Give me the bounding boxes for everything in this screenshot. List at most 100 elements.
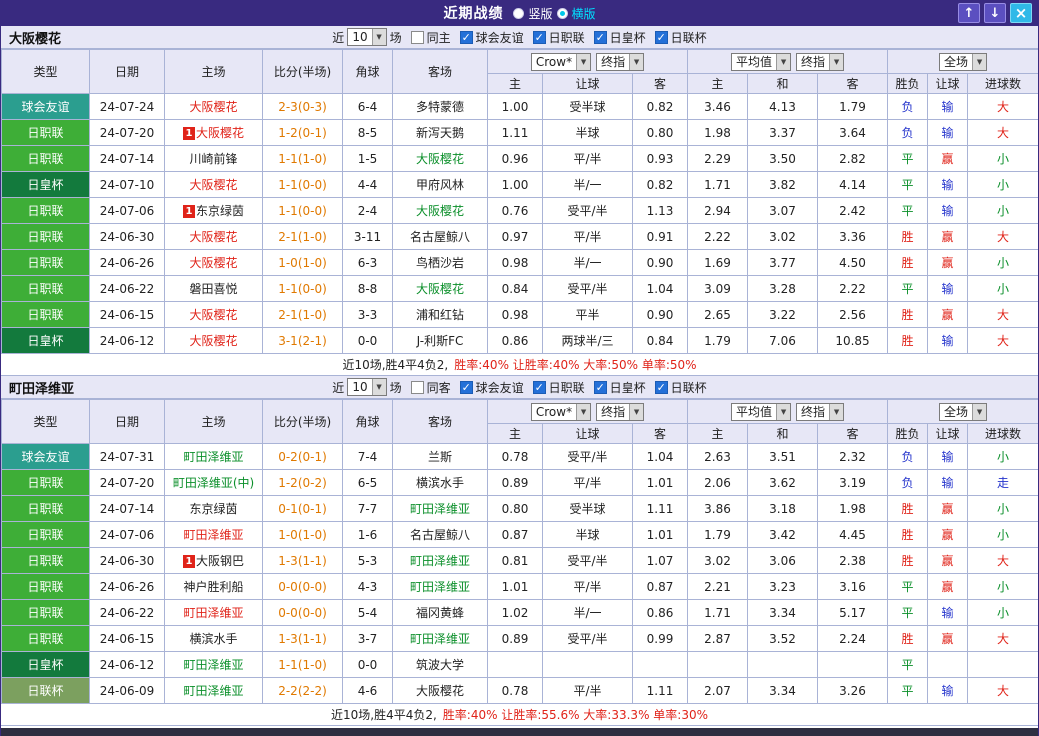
away-team-cell[interactable]: 町田泽维亚 <box>392 573 488 600</box>
emperor-cup-checkbox[interactable] <box>593 30 607 44</box>
home-team-name[interactable]: 横滨水手 <box>189 632 237 646</box>
score-cell[interactable]: 1-1(1-0) <box>262 651 343 678</box>
away-team-name[interactable]: 大阪樱花 <box>416 152 464 166</box>
home-team-cell[interactable]: 大阪樱花 <box>164 249 263 276</box>
away-team-cell[interactable]: 大阪樱花 <box>392 197 488 224</box>
scroll-down-button[interactable]: ↓ <box>984 3 1006 23</box>
away-team-cell[interactable]: 多特蒙德 <box>392 93 488 120</box>
home-team-name[interactable]: 町田泽维亚 <box>183 450 243 464</box>
home-team-name[interactable]: 大阪樱花 <box>189 334 237 348</box>
score-cell[interactable]: 3-1(2-1) <box>262 327 343 354</box>
average-final-index-select[interactable]: 终指 ▼ <box>796 402 845 421</box>
home-team-cell[interactable]: 大阪樱花 <box>164 327 263 354</box>
home-team-cell[interactable]: 神户胜利船 <box>164 573 263 600</box>
away-team-cell[interactable]: 筑波大学 <box>392 651 488 678</box>
home-team-cell[interactable]: 町田泽维亚(中) <box>164 469 263 496</box>
home-team-cell[interactable]: 大阪樱花 <box>164 223 263 250</box>
same-venue-checkbox[interactable] <box>410 30 424 44</box>
odds-source-select[interactable]: Crow* ▼ <box>530 52 592 71</box>
match-count-select[interactable]: 10 ▼ <box>347 378 387 396</box>
away-team-name[interactable]: 筑波大学 <box>416 658 464 672</box>
home-team-name[interactable]: 大阪樱花 <box>189 230 237 244</box>
home-team-name[interactable]: 大阪樱花 <box>196 126 244 140</box>
score-cell[interactable]: 0-1(0-1) <box>262 495 343 522</box>
home-team-cell[interactable]: 町田泽维亚 <box>164 651 263 678</box>
league-cup-checkbox[interactable] <box>654 380 668 394</box>
score-cell[interactable]: 1-3(1-1) <box>262 625 343 652</box>
away-team-name[interactable]: 町田泽维亚 <box>410 632 470 646</box>
average-select[interactable]: 平均值 ▼ <box>731 52 792 71</box>
away-team-cell[interactable]: 鸟栖沙岩 <box>392 249 488 276</box>
away-team-cell[interactable]: 町田泽维亚 <box>392 495 488 522</box>
score-cell[interactable]: 1-2(0-2) <box>262 469 343 496</box>
score-cell[interactable]: 1-0(1-0) <box>262 521 343 548</box>
score-cell[interactable]: 1-1(0-0) <box>262 197 343 224</box>
away-team-name[interactable]: 名古屋鲸八 <box>410 230 470 244</box>
away-team-cell[interactable]: 大阪樱花 <box>392 145 488 172</box>
away-team-cell[interactable]: 名古屋鲸八 <box>392 223 488 250</box>
away-team-name[interactable]: 町田泽维亚 <box>410 502 470 516</box>
home-team-cell[interactable]: 东京绿茵 <box>164 495 263 522</box>
horizontal-layout-label[interactable]: 横版 <box>572 5 596 22</box>
home-team-cell[interactable]: 横滨水手 <box>164 625 263 652</box>
home-team-name[interactable]: 东京绿茵 <box>189 502 237 516</box>
score-cell[interactable]: 1-0(1-0) <box>262 249 343 276</box>
home-team-cell[interactable]: 町田泽维亚 <box>164 521 263 548</box>
home-team-name[interactable]: 大阪樱花 <box>189 100 237 114</box>
same-venue-checkbox[interactable] <box>410 380 424 394</box>
home-team-name[interactable]: 町田泽维亚 <box>183 528 243 542</box>
score-cell[interactable]: 2-1(1-0) <box>262 223 343 250</box>
away-team-cell[interactable]: 甲府风林 <box>392 171 488 198</box>
away-team-cell[interactable]: 町田泽维亚 <box>392 547 488 574</box>
away-team-cell[interactable]: 町田泽维亚 <box>392 625 488 652</box>
home-team-name[interactable]: 町田泽维亚 <box>183 658 243 672</box>
vertical-layout-label[interactable]: 竖版 <box>528 5 552 22</box>
full-match-select[interactable]: 全场 ▼ <box>939 52 988 71</box>
away-team-cell[interactable]: 福冈黄蜂 <box>392 599 488 626</box>
away-team-name[interactable]: 鸟栖沙岩 <box>416 256 464 270</box>
score-cell[interactable]: 1-3(1-1) <box>262 547 343 574</box>
horizontal-layout-radio[interactable] <box>556 7 568 19</box>
home-team-cell[interactable]: 大阪樱花 <box>164 301 263 328</box>
home-team-name[interactable]: 磐田喜悦 <box>189 282 237 296</box>
score-cell[interactable]: 1-1(0-0) <box>262 275 343 302</box>
score-cell[interactable]: 1-1(1-0) <box>262 145 343 172</box>
away-team-name[interactable]: 町田泽维亚 <box>410 554 470 568</box>
away-team-name[interactable]: 新泻天鹅 <box>416 126 464 140</box>
home-team-name[interactable]: 大阪樱花 <box>189 308 237 322</box>
away-team-name[interactable]: 大阪樱花 <box>416 684 464 698</box>
away-team-name[interactable]: 横滨水手 <box>416 476 464 490</box>
odds-final-index-select[interactable]: 终指 ▼ <box>596 402 645 421</box>
emperor-cup-checkbox[interactable] <box>593 380 607 394</box>
score-cell[interactable]: 0-2(0-1) <box>262 443 343 470</box>
home-team-name[interactable]: 町田泽维亚 <box>183 684 243 698</box>
home-team-cell[interactable]: 町田泽维亚 <box>164 443 263 470</box>
friendly-checkbox[interactable] <box>459 30 473 44</box>
scroll-up-button[interactable]: ↑ <box>958 3 980 23</box>
away-team-name[interactable]: 大阪樱花 <box>416 282 464 296</box>
away-team-cell[interactable]: 大阪樱花 <box>392 275 488 302</box>
away-team-name[interactable]: 町田泽维亚 <box>410 580 470 594</box>
home-team-name[interactable]: 川崎前锋 <box>189 152 237 166</box>
away-team-cell[interactable]: 大阪樱花 <box>392 677 488 704</box>
away-team-cell[interactable]: J-利斯FC <box>392 327 488 354</box>
odds-final-index-select[interactable]: 终指 ▼ <box>596 52 645 71</box>
away-team-name[interactable]: 福冈黄蜂 <box>416 606 464 620</box>
match-count-select[interactable]: 10 ▼ <box>347 28 387 46</box>
home-team-cell[interactable]: 1 东京绿茵 <box>164 197 263 224</box>
home-team-name[interactable]: 大阪樱花 <box>189 178 237 192</box>
home-team-cell[interactable]: 町田泽维亚 <box>164 599 263 626</box>
away-team-cell[interactable]: 浦和红钻 <box>392 301 488 328</box>
home-team-cell[interactable]: 1 大阪樱花 <box>164 119 263 146</box>
home-team-cell[interactable]: 大阪樱花 <box>164 93 263 120</box>
away-team-name[interactable]: J-利斯FC <box>417 334 464 348</box>
home-team-name[interactable]: 神户胜利船 <box>183 580 243 594</box>
away-team-cell[interactable]: 兰斯 <box>392 443 488 470</box>
away-team-name[interactable]: 浦和红钻 <box>416 308 464 322</box>
jleague-checkbox[interactable] <box>532 380 546 394</box>
away-team-name[interactable]: 兰斯 <box>428 450 452 464</box>
home-team-cell[interactable]: 磐田喜悦 <box>164 275 263 302</box>
away-team-cell[interactable]: 新泻天鹅 <box>392 119 488 146</box>
away-team-cell[interactable]: 横滨水手 <box>392 469 488 496</box>
away-team-name[interactable]: 名古屋鲸八 <box>410 528 470 542</box>
